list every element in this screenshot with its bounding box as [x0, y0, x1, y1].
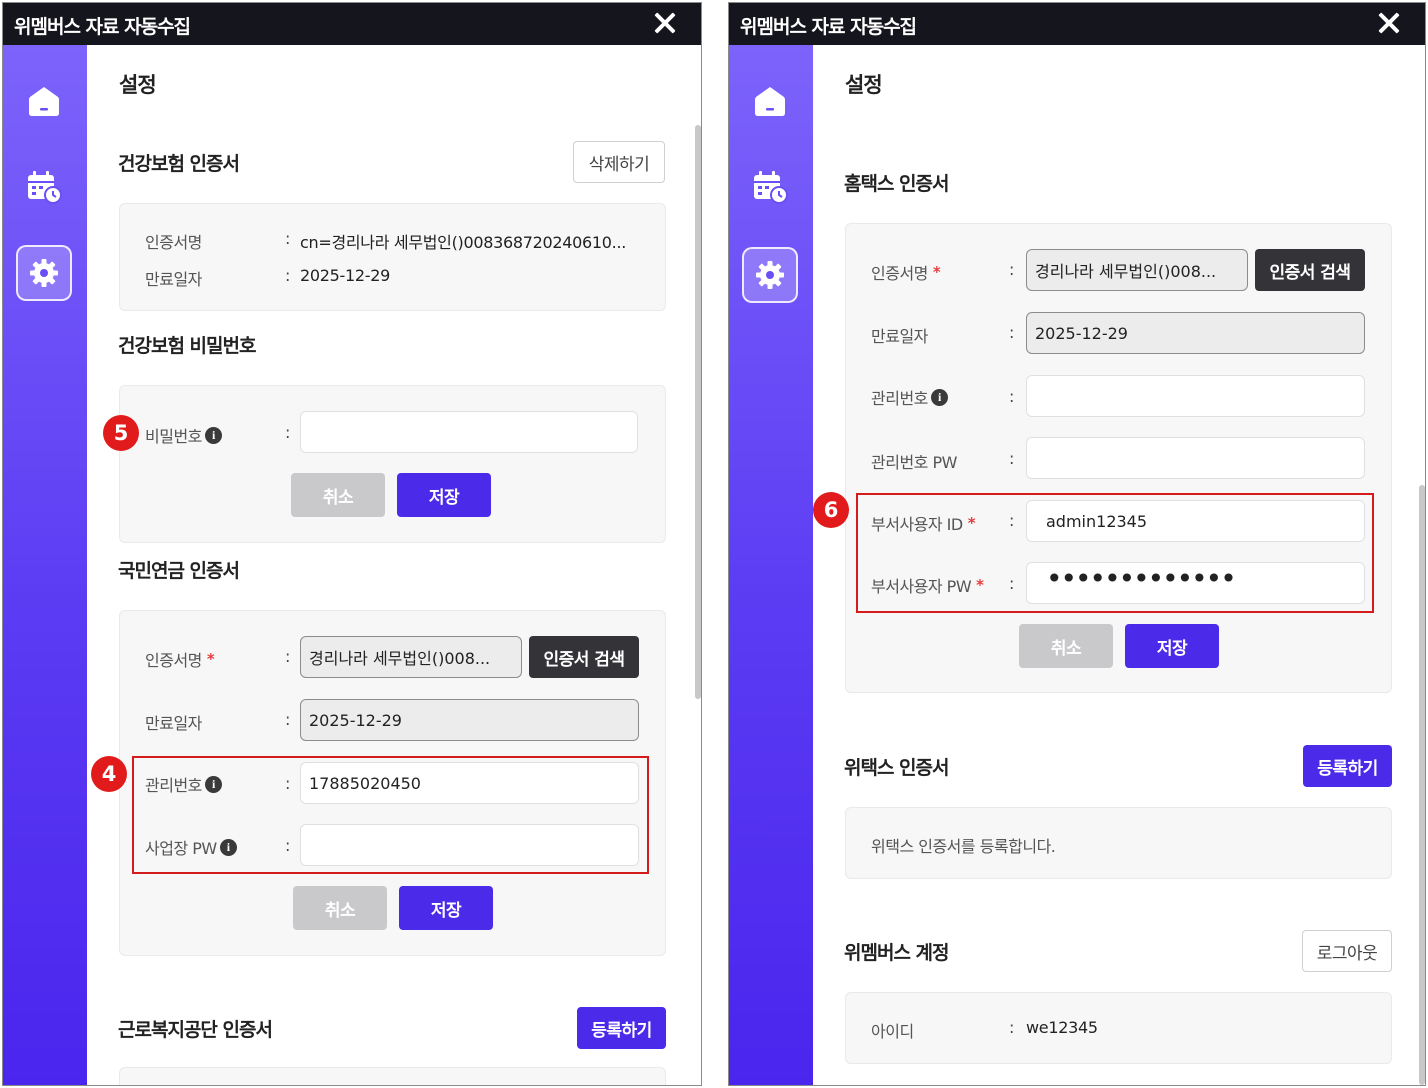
content-area: 설정 홈택스 인증서 인증서명 * : 경리나라 세무법인()008... 인증서… — [813, 45, 1425, 1085]
home-icon — [29, 87, 59, 116]
mgmt-pw-label: 관리번호 PW — [871, 453, 957, 472]
step-badge: 6 — [813, 492, 849, 528]
mgmt-no-input[interactable] — [1026, 375, 1365, 417]
wetax-cert-title: 위택스 인증서 — [844, 757, 949, 779]
delete-button[interactable]: 삭제하기 — [573, 141, 665, 183]
mgmt-no-label: 관리번호 i — [871, 385, 948, 409]
cert-search-button[interactable]: 인증서 검색 — [529, 636, 639, 678]
cert-name-label: 인증서명 * — [145, 650, 215, 670]
health-cert-panel — [119, 203, 666, 311]
info-icon[interactable]: i — [204, 775, 222, 793]
cert-search-button[interactable]: 인증서 검색 — [1255, 249, 1365, 291]
wetax-message: 위택스 인증서를 등록합니다. — [871, 837, 1056, 856]
cert-name-label: 인증서명 — [145, 233, 202, 252]
password-label: 비밀번호 i — [145, 423, 222, 447]
account-title: 위멤버스 계정 — [844, 942, 949, 964]
dept-pw-label: 부서사용자 PW * — [871, 576, 984, 596]
gear-icon — [756, 261, 784, 289]
nav-settings[interactable] — [742, 247, 798, 303]
title-bar: 위멤버스 자료 자동수집 — [3, 3, 701, 45]
dept-id-input[interactable]: admin12345 — [1026, 500, 1365, 542]
nav-schedule[interactable] — [742, 159, 798, 215]
cert-name-field: 경리나라 세무법인()008... — [1026, 249, 1248, 291]
sidebar — [729, 45, 813, 1085]
nav-settings[interactable] — [16, 245, 72, 301]
close-icon[interactable] — [1375, 9, 1403, 37]
window-title: 위멤버스 자료 자동수집 — [14, 16, 191, 38]
expiry-label: 만료일자 — [871, 327, 928, 346]
expiry-field: 2025-12-29 — [300, 699, 639, 741]
nav-home[interactable] — [742, 73, 798, 129]
scrollbar[interactable] — [695, 125, 701, 699]
mgmt-no-label: 관리번호 i — [145, 772, 222, 796]
dept-id-label: 부서사용자 ID * — [871, 514, 976, 534]
calendar-icon — [28, 171, 62, 204]
biz-pw-input[interactable] — [300, 824, 639, 866]
sidebar — [3, 45, 87, 1085]
health-cert-title: 건강보험 인증서 — [118, 153, 240, 175]
step-badge: 4 — [91, 756, 127, 792]
expiry-label: 만료일자 — [145, 270, 202, 289]
cancel-button[interactable]: 취소 — [293, 886, 387, 930]
cancel-button[interactable]: 취소 — [1019, 624, 1113, 668]
id-label: 아이디 — [871, 1022, 914, 1041]
info-icon[interactable]: i — [930, 388, 948, 406]
register-button[interactable]: 등록하기 — [1303, 745, 1392, 787]
id-value: we12345 — [1026, 1018, 1098, 1037]
nav-home[interactable] — [16, 73, 72, 129]
hometax-cert-title: 홈택스 인증서 — [844, 173, 949, 195]
step-badge: 5 — [103, 415, 139, 451]
page-title: 설정 — [119, 73, 157, 97]
info-icon[interactable]: i — [219, 838, 237, 856]
password-input[interactable] — [300, 411, 638, 453]
cert-name-field: 경리나라 세무법인()008... — [300, 636, 522, 678]
title-bar: 위멤버스 자료 자동수집 — [729, 3, 1425, 45]
welfare-cert-title: 근로복지공단 인증서 — [118, 1019, 273, 1041]
scrollbar[interactable] — [1419, 485, 1425, 1085]
cert-name-value: cn=경리나라 세무법인()008368720240610... — [300, 233, 627, 252]
nav-schedule[interactable] — [16, 159, 72, 215]
gear-icon — [30, 259, 58, 287]
save-button[interactable]: 저장 — [1125, 624, 1219, 668]
biz-pw-label: 사업장 PW i — [145, 835, 237, 859]
welfare-cert-panel — [119, 1067, 666, 1085]
account-panel — [845, 992, 1392, 1064]
mgmt-no-input[interactable]: 17885020450 — [300, 762, 639, 804]
health-pw-panel — [119, 385, 666, 543]
mgmt-pw-input[interactable] — [1026, 437, 1365, 479]
cancel-button[interactable]: 취소 — [291, 473, 385, 517]
save-button[interactable]: 저장 — [397, 473, 491, 517]
expiry-value: 2025-12-29 — [300, 266, 390, 285]
page-title: 설정 — [845, 73, 883, 97]
expiry-field: 2025-12-29 — [1026, 312, 1365, 354]
close-icon[interactable] — [651, 9, 679, 37]
app-window-right: 위멤버스 자료 자동수집 설정 홈택스 인증서 인증서명 * : 경리나라 세무법… — [728, 2, 1426, 1086]
dept-pw-input[interactable]: ••••••••••••• — [1026, 562, 1365, 604]
info-icon[interactable]: i — [204, 426, 222, 444]
expiry-label: 만료일자 — [145, 714, 202, 733]
register-button[interactable]: 등록하기 — [577, 1007, 666, 1049]
health-pw-title: 건강보험 비밀번호 — [118, 335, 256, 357]
window-title: 위멤버스 자료 자동수집 — [740, 16, 917, 38]
calendar-icon — [754, 171, 788, 204]
home-icon — [755, 87, 785, 116]
logout-button[interactable]: 로그아웃 — [1302, 930, 1392, 972]
app-window-left: 위멤버스 자료 자동수집 설정 건강보험 인증서 삭제하기 인증서명 : cn=… — [2, 2, 702, 1086]
save-button[interactable]: 저장 — [399, 886, 493, 930]
pension-cert-title: 국민연금 인증서 — [118, 560, 240, 582]
content-area: 설정 건강보험 인증서 삭제하기 인증서명 : cn=경리나라 세무법인()00… — [87, 45, 701, 1085]
cert-name-label: 인증서명 * — [871, 263, 941, 283]
